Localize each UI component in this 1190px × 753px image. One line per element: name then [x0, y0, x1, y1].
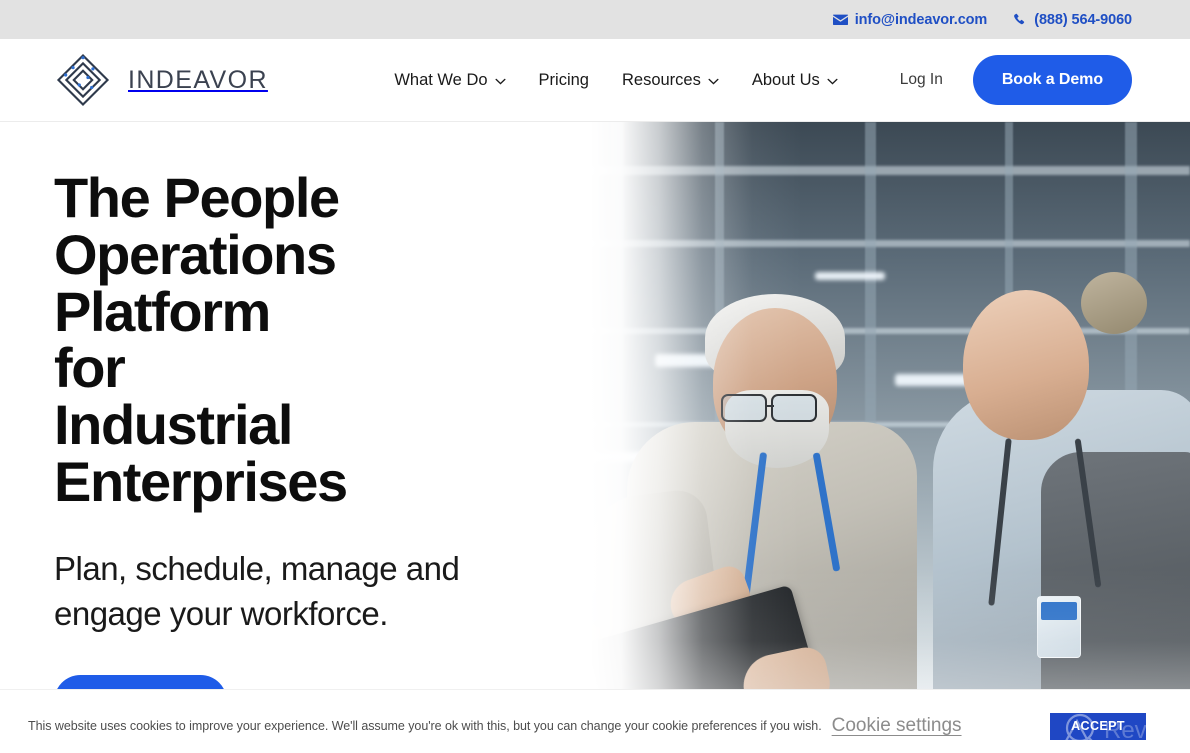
top-contact-bar: info@indeavor.com (888) 564-9060 — [0, 0, 1190, 39]
hero-subtitle: Plan, schedule, manage and engage your w… — [54, 549, 460, 632]
cookie-accept-area: ACCEPT Revain — [1050, 712, 1179, 749]
nav-item-pricing[interactable]: Pricing — [539, 71, 589, 90]
envelope-icon — [832, 14, 848, 26]
chevron-down-icon — [495, 71, 506, 90]
login-link[interactable]: Log In — [900, 71, 943, 89]
cookie-settings-link[interactable]: Cookie settings — [832, 715, 962, 737]
nav-label: Resources — [621, 70, 701, 89]
email-contact-link[interactable]: info@indeavor.com — [832, 11, 988, 28]
primary-navigation: What We Do Pricing Resources About Us — [394, 70, 838, 90]
email-text: info@indeavor.com — [854, 11, 988, 28]
cookie-accept-button[interactable]: ACCEPT — [1050, 712, 1146, 740]
phone-icon — [1013, 13, 1027, 27]
header-actions: Log In Book a Demo — [900, 55, 1132, 105]
hero-image-left-fade — [565, 122, 1190, 689]
cookie-consent-bar: This website uses cookies to improve you… — [0, 699, 1190, 753]
brand-name: INDEAVOR — [128, 65, 268, 94]
cookie-message: This website uses cookies to improve you… — [28, 719, 822, 733]
book-a-demo-hero-button[interactable]: Book a Demo — [54, 674, 228, 689]
site-header: INDEAVOR What We Do Pricing Resources Ab… — [0, 39, 1190, 122]
hero-title: The People Operations Platform for Indus… — [54, 166, 348, 514]
nested-diamond-logo-icon — [52, 49, 114, 111]
chevron-down-icon — [708, 71, 719, 90]
nav-item-about-us[interactable]: About Us — [752, 71, 838, 90]
phone-text: (888) 564-9060 — [1034, 11, 1132, 28]
nav-label: Pricing — [538, 70, 589, 89]
hero-image — [565, 122, 1190, 689]
nav-label: About Us — [751, 70, 820, 89]
chevron-down-icon — [827, 71, 838, 90]
nav-label: What We Do — [394, 70, 488, 89]
nav-item-resources[interactable]: Resources — [622, 71, 719, 90]
hero-copy: The People Operations Platform for Indus… — [54, 166, 534, 689]
book-a-demo-header-button[interactable]: Book a Demo — [972, 55, 1132, 105]
brand-logo-link[interactable]: INDEAVOR — [52, 49, 268, 111]
hero-section: The People Operations Platform for Indus… — [0, 122, 1190, 689]
nav-item-what-we-do[interactable]: What We Do — [394, 70, 506, 90]
phone-contact-link[interactable]: (888) 564-9060 — [1013, 12, 1132, 28]
